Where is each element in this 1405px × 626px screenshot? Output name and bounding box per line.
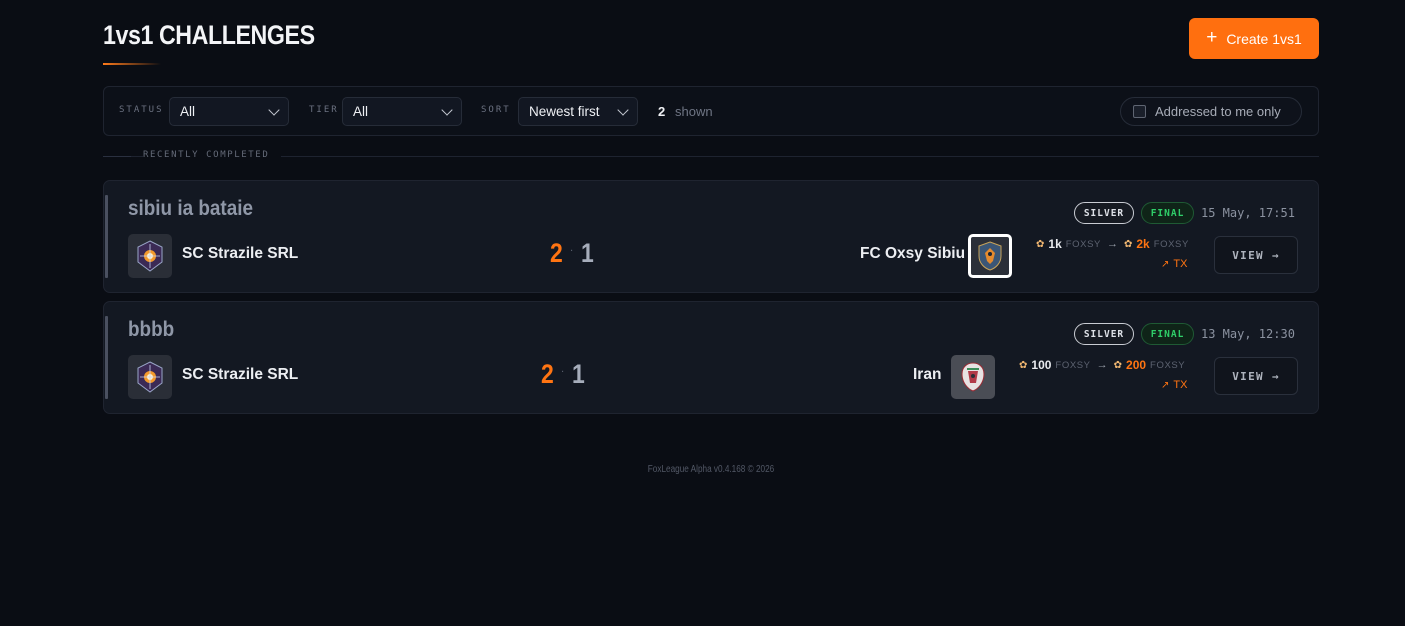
section-divider — [103, 156, 1319, 157]
tx-label: TX — [1173, 258, 1188, 270]
shown-count: 2 — [658, 104, 666, 119]
card-accent — [105, 316, 108, 399]
status-filter-label: STATUS — [119, 105, 164, 115]
tier-select[interactable]: All — [342, 97, 462, 126]
filter-bar: STATUS All TIER All SORT Newest first 2 … — [103, 86, 1319, 136]
title-underline — [103, 63, 161, 65]
addressed-to-me-toggle[interactable]: Addressed to me only — [1120, 97, 1302, 126]
challenge-date: 15 May, 17:51 — [1201, 206, 1295, 220]
away-team-crest — [951, 355, 995, 399]
home-team-crest — [128, 234, 172, 278]
away-team-name: Iran — [913, 366, 942, 383]
away-team-crest — [968, 234, 1012, 278]
tx-link[interactable]: ↗ TX — [1161, 258, 1187, 270]
payout-value: 200 — [1126, 358, 1147, 372]
challenge-card[interactable]: sibiu ia bataie SC Strazile SRL 2 · 1 FC… — [103, 180, 1319, 293]
status-badge: FINAL — [1141, 323, 1194, 345]
payout-unit: FOXSY — [1153, 238, 1189, 250]
status-select-value: All — [180, 104, 196, 119]
home-team-name: SC Strazile SRL — [182, 245, 299, 262]
external-link-icon: ↗ — [1161, 379, 1170, 391]
view-button[interactable]: VIEW → — [1214, 236, 1298, 274]
away-team-name: FC Oxsy Sibiu — [860, 245, 966, 262]
footer-version: FoxLeague Alpha v0.4.168 © 2026 — [647, 464, 775, 475]
coin-icon: ✿ — [1113, 359, 1123, 371]
home-team-name: SC Strazile SRL — [182, 366, 299, 383]
tx-link[interactable]: ↗ TX — [1161, 379, 1187, 391]
home-crest-icon — [137, 361, 163, 393]
page-title: 1vs1 CHALLENGES — [103, 20, 315, 50]
stake-info: ✿ 1k FOXSY → ✿ 2k FOXSY — [1036, 237, 1189, 251]
payout-value: 2k — [1136, 237, 1150, 251]
view-button[interactable]: VIEW → — [1214, 357, 1298, 395]
stake-value: 100 — [1031, 358, 1052, 372]
home-score: 2 — [541, 359, 554, 389]
arrow-right-icon: → — [1106, 238, 1118, 250]
tier-filter-label: TIER — [309, 105, 339, 115]
plus-icon: + — [1206, 27, 1218, 48]
away-score: 1 — [581, 238, 594, 268]
external-link-icon: ↗ — [1161, 258, 1170, 270]
coin-icon: ✿ — [1036, 238, 1045, 250]
stake-unit: FOXSY — [1065, 238, 1101, 250]
section-divider-left — [103, 156, 131, 157]
stake-info: ✿ 100 FOXSY → ✿ 200 FOXSY — [1019, 358, 1185, 372]
chevron-down-icon — [617, 103, 629, 116]
card-accent — [105, 195, 108, 278]
score-separator: · — [570, 246, 574, 257]
away-crest-icon — [961, 362, 985, 392]
status-badge: FINAL — [1141, 202, 1194, 224]
shown-label: shown — [675, 104, 713, 119]
coin-icon: ✿ — [1123, 238, 1133, 250]
tx-label: TX — [1173, 379, 1188, 391]
sort-filter-label: SORT — [481, 105, 511, 115]
stake-value: 1k — [1048, 237, 1062, 251]
sort-select-value: Newest first — [529, 104, 600, 119]
away-score: 1 — [572, 359, 585, 389]
challenge-date: 13 May, 12:30 — [1201, 327, 1295, 341]
addressed-checkbox[interactable] — [1133, 105, 1146, 118]
chevron-down-icon — [441, 103, 453, 116]
payout-unit: FOXSY — [1150, 359, 1186, 371]
challenge-card[interactable]: bbbb SC Strazile SRL 2 · 1 Iran SILVER F… — [103, 301, 1319, 414]
section-label: RECENTLY COMPLETED — [143, 150, 282, 160]
tier-select-value: All — [353, 104, 369, 119]
create-1vs1-label: Create 1vs1 — [1226, 30, 1302, 47]
home-crest-icon — [137, 240, 163, 272]
status-select[interactable]: All — [169, 97, 289, 126]
addressed-label: Addressed to me only — [1155, 104, 1281, 119]
home-score: 2 — [550, 238, 563, 268]
arrow-right-icon: → — [1096, 359, 1108, 371]
challenge-title: sibiu ia bataie — [128, 197, 254, 220]
sort-select[interactable]: Newest first — [518, 97, 638, 126]
challenge-title: bbbb — [128, 318, 175, 341]
away-crest-icon — [978, 241, 1002, 271]
create-1vs1-button[interactable]: + Create 1vs1 — [1189, 18, 1319, 59]
chevron-down-icon — [268, 103, 280, 116]
coin-icon: ✿ — [1019, 359, 1028, 371]
tier-badge: SILVER — [1074, 202, 1134, 224]
score-separator: · — [561, 367, 565, 378]
tier-badge: SILVER — [1074, 323, 1134, 345]
home-team-crest — [128, 355, 172, 399]
stake-unit: FOXSY — [1055, 359, 1091, 371]
